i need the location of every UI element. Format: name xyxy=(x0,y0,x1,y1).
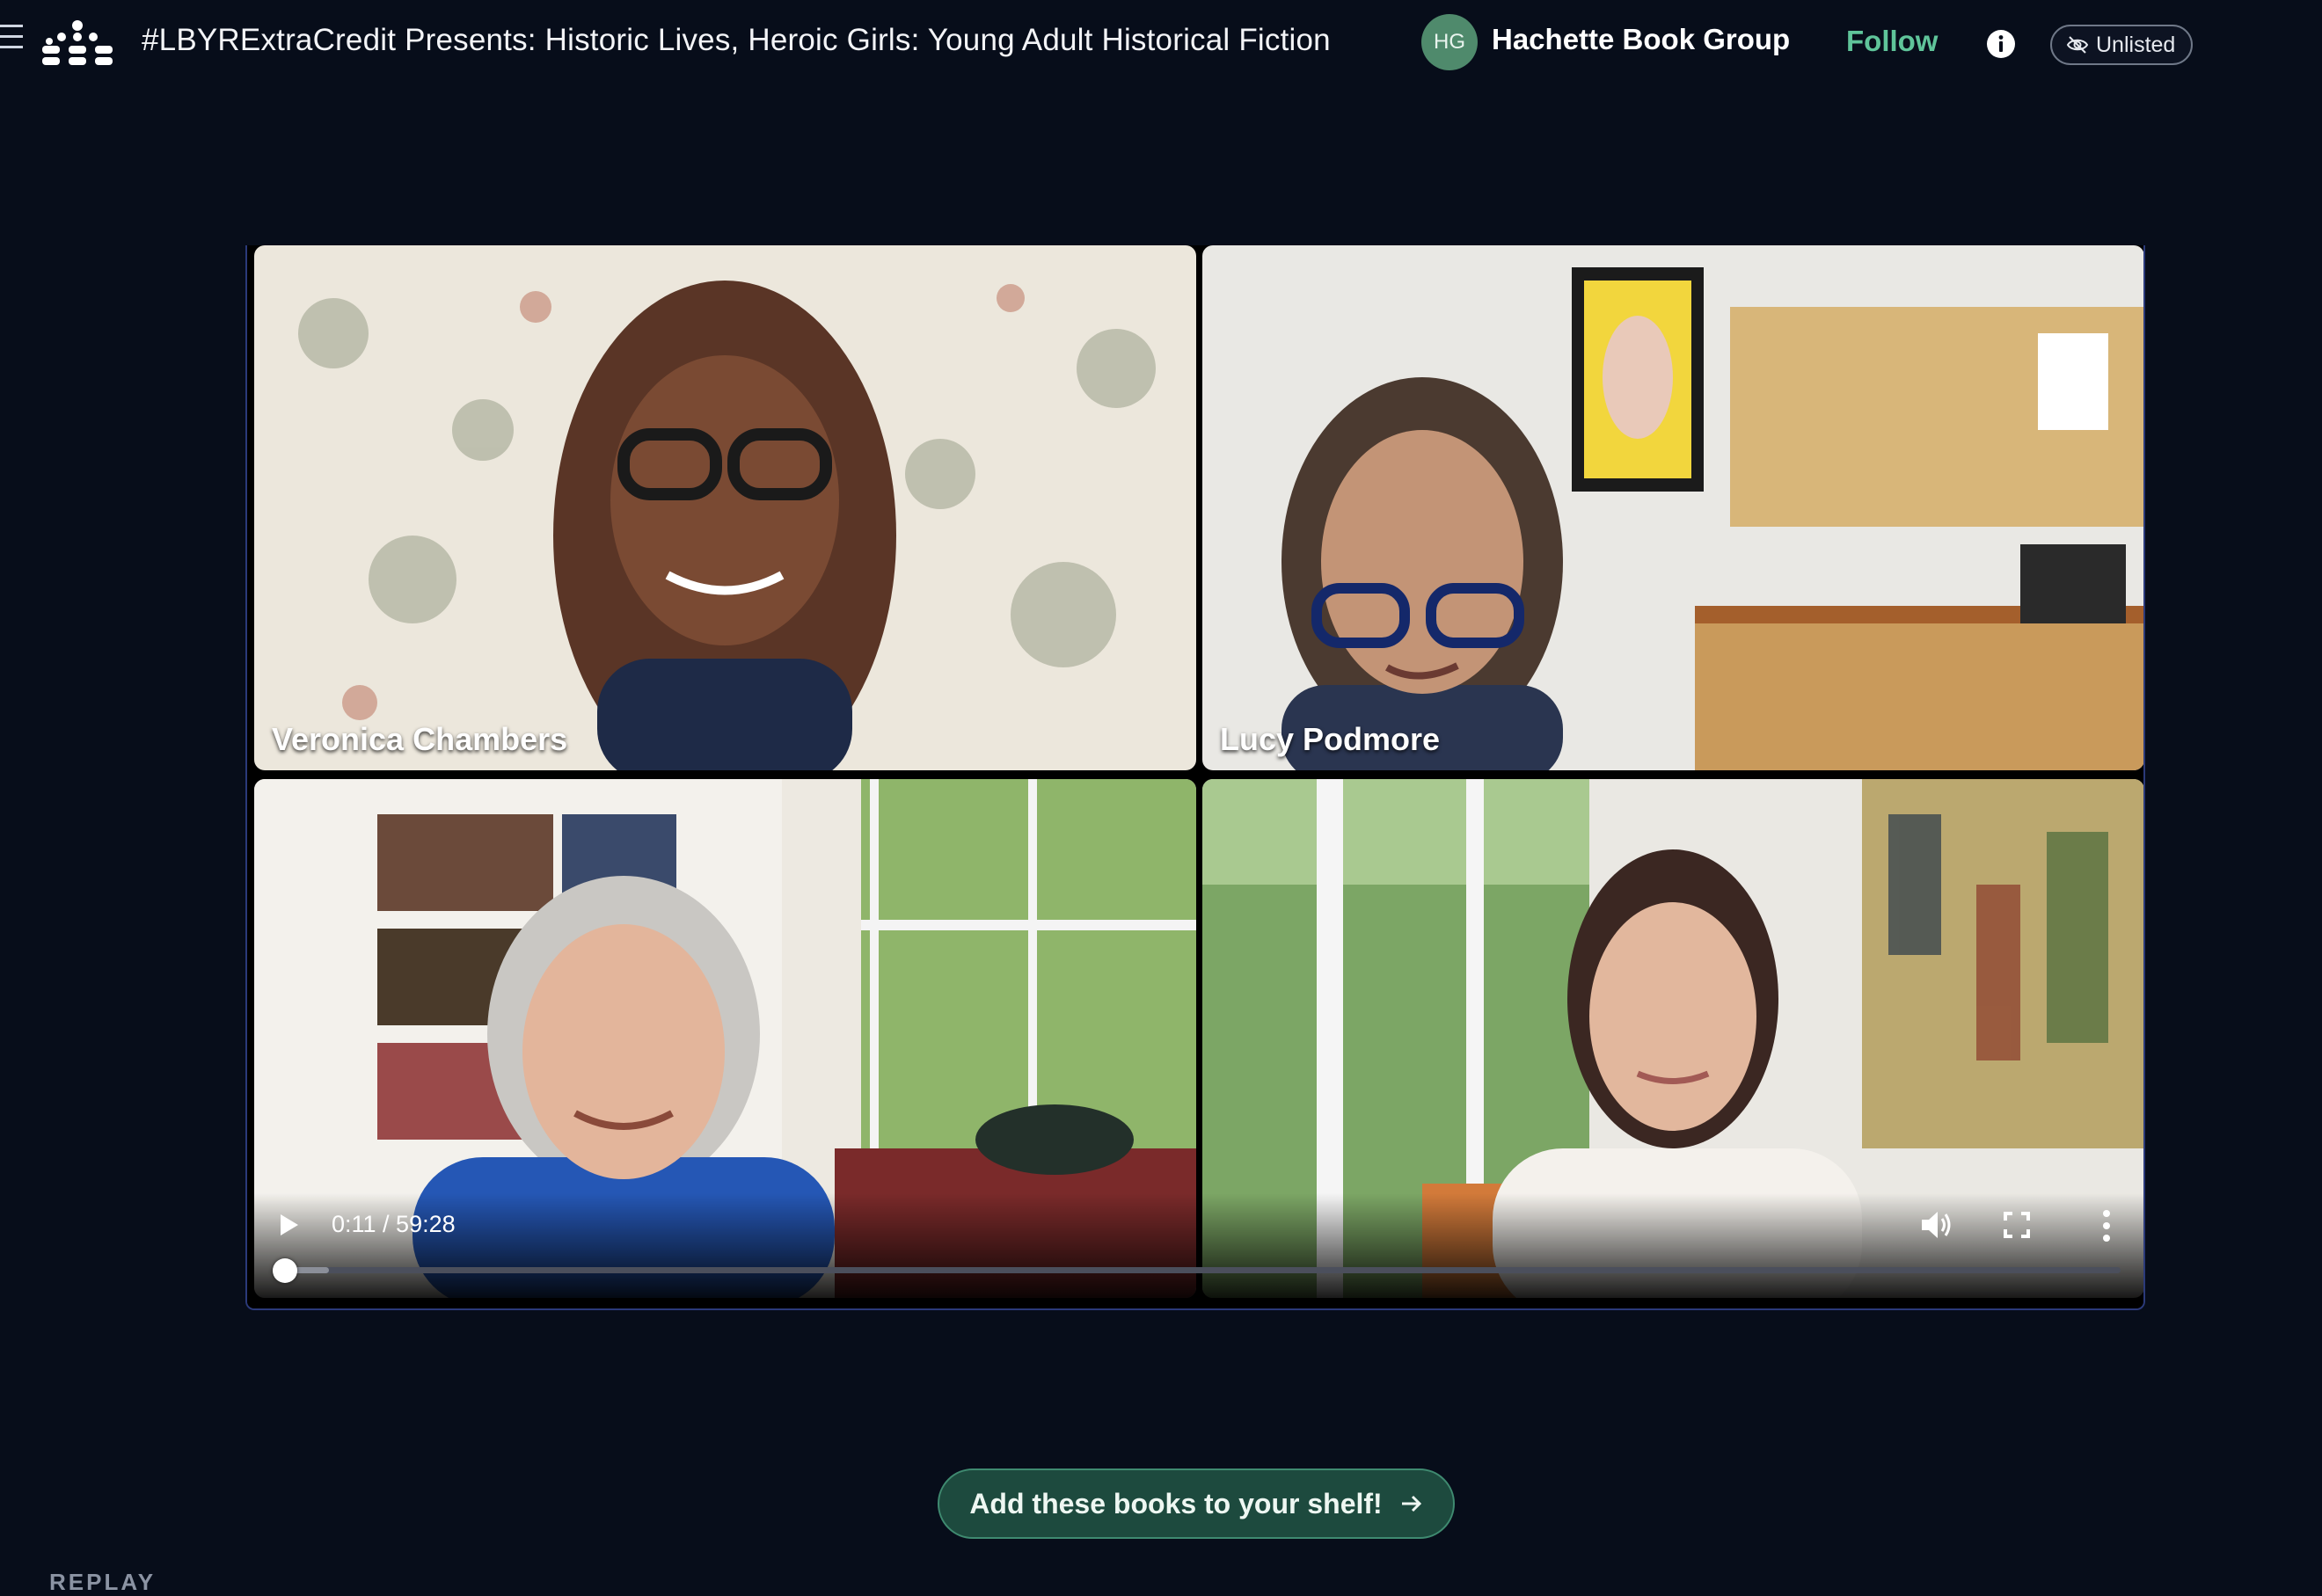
avatar[interactable]: HG xyxy=(1421,14,1478,70)
menu-icon[interactable] xyxy=(0,25,23,49)
logo-icon[interactable] xyxy=(42,19,113,65)
top-bar: #LBYRExtraCredit Presents: Historic Live… xyxy=(0,0,2322,88)
add-books-label: Add these books to your shelf! xyxy=(969,1487,1383,1519)
participant-name: Lucy Podmore xyxy=(1220,721,1441,757)
section-heading: REPLAY xyxy=(49,1569,157,1595)
info-icon[interactable] xyxy=(1986,29,2016,59)
org-name[interactable]: Hachette Book Group xyxy=(1492,23,1790,56)
fullscreen-icon[interactable] xyxy=(2004,1212,2030,1238)
seek-bar[interactable] xyxy=(272,1258,2121,1283)
participant-tile: Lucy Podmore xyxy=(1202,245,2143,770)
more-options-icon[interactable] xyxy=(2101,1209,2112,1243)
visibility-label: Unlisted xyxy=(2096,32,2176,57)
add-books-button[interactable]: Add these books to your shelf! xyxy=(938,1468,1455,1539)
video-player[interactable]: Veronica Chambers Lucy Podmore 0:11 / 59… xyxy=(245,245,2145,1310)
player-controls xyxy=(247,1193,2143,1308)
participant-video xyxy=(1202,245,2143,770)
volume-icon[interactable] xyxy=(1920,1210,1953,1240)
participant-name: Veronica Chambers xyxy=(272,721,568,757)
play-icon[interactable] xyxy=(279,1213,300,1237)
time-display: 0:11 / 59:28 xyxy=(332,1211,456,1237)
arrow-right-icon xyxy=(1401,1495,1421,1512)
participant-tile: Veronica Chambers xyxy=(254,245,1196,770)
page-title: #LBYRExtraCredit Presents: Historic Live… xyxy=(142,23,1331,57)
eye-off-icon xyxy=(2066,36,2089,54)
visibility-badge[interactable]: Unlisted xyxy=(2050,25,2194,65)
seek-handle[interactable] xyxy=(272,1258,297,1283)
follow-button[interactable]: Follow xyxy=(1846,25,1938,58)
participant-video xyxy=(254,245,1196,770)
